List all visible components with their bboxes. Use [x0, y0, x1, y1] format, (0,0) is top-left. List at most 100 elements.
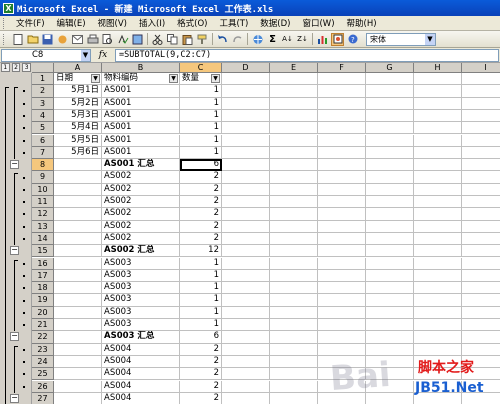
cut-icon[interactable]: [151, 33, 164, 46]
empty-cell[interactable]: [366, 306, 414, 319]
empty-cell[interactable]: [222, 282, 270, 295]
drawing-icon[interactable]: [331, 32, 344, 46]
empty-cell[interactable]: [414, 208, 462, 221]
empty-cell[interactable]: [318, 220, 366, 233]
collapse-group-button[interactable]: −: [10, 393, 19, 403]
empty-cell[interactable]: [414, 220, 462, 233]
empty-cell[interactable]: [270, 392, 318, 404]
empty-cell[interactable]: [222, 355, 270, 369]
empty-cell[interactable]: [222, 380, 270, 393]
quantity-cell[interactable]: 2: [180, 343, 222, 356]
material-code-cell[interactable]: AS003: [102, 269, 180, 283]
row-header[interactable]: 18: [32, 282, 54, 295]
empty-cell[interactable]: [222, 208, 270, 221]
menu-window[interactable]: 窗口(W): [296, 17, 340, 29]
empty-cell[interactable]: [222, 109, 270, 123]
format-painter-icon[interactable]: [196, 33, 209, 46]
menu-insert[interactable]: 插入(I): [133, 17, 171, 29]
menu-edit[interactable]: 编辑(E): [51, 17, 92, 29]
material-code-cell[interactable]: AS001 汇总: [102, 159, 180, 172]
empty-cell[interactable]: [270, 171, 318, 184]
name-box[interactable]: C8 ▼: [1, 48, 91, 62]
row-header[interactable]: 9: [32, 171, 54, 184]
autosum-icon[interactable]: Σ: [266, 33, 279, 46]
column-header-d[interactable]: D: [222, 63, 270, 73]
column-header-e[interactable]: E: [270, 63, 318, 73]
empty-cell[interactable]: [462, 208, 500, 221]
empty-cell[interactable]: [414, 85, 462, 98]
empty-cell[interactable]: [222, 294, 270, 307]
autofilter-dropdown-icon[interactable]: ▼: [91, 74, 100, 83]
row-header[interactable]: 2: [32, 85, 54, 98]
empty-cell[interactable]: [270, 220, 318, 233]
empty-cell[interactable]: [462, 294, 500, 307]
chart-wizard-icon[interactable]: [316, 33, 329, 46]
empty-cell[interactable]: [414, 183, 462, 196]
empty-cell[interactable]: [414, 146, 462, 160]
date-cell[interactable]: [54, 368, 102, 381]
excel-icon[interactable]: X: [3, 2, 14, 14]
row-header[interactable]: 1: [32, 73, 54, 86]
column-header-g[interactable]: G: [366, 63, 414, 73]
empty-cell[interactable]: [222, 183, 270, 196]
empty-cell[interactable]: [414, 232, 462, 246]
autofilter-dropdown-icon[interactable]: ▼: [169, 74, 178, 83]
chevron-down-icon[interactable]: ▼: [425, 33, 435, 45]
quantity-cell[interactable]: 2: [180, 220, 222, 233]
quantity-cell[interactable]: 1: [180, 97, 222, 110]
empty-cell[interactable]: [462, 270, 500, 283]
material-code-cell[interactable]: AS004: [102, 380, 180, 393]
empty-cell[interactable]: [366, 269, 414, 283]
select-all-corner[interactable]: [32, 63, 54, 73]
empty-cell[interactable]: [318, 183, 366, 196]
column-header-c[interactable]: C: [180, 63, 222, 73]
row-header[interactable]: 3: [32, 97, 54, 110]
empty-cell[interactable]: [270, 208, 318, 221]
quantity-cell[interactable]: 1: [180, 282, 222, 295]
empty-cell[interactable]: [462, 135, 500, 147]
empty-cell[interactable]: [222, 319, 270, 332]
empty-cell[interactable]: [318, 294, 366, 307]
empty-cell[interactable]: [222, 73, 270, 86]
column-header-h[interactable]: H: [414, 63, 462, 73]
empty-cell[interactable]: [270, 269, 318, 283]
row-header[interactable]: 13: [32, 220, 54, 233]
empty-cell[interactable]: [318, 245, 366, 258]
empty-cell[interactable]: [318, 208, 366, 221]
empty-cell[interactable]: [270, 183, 318, 196]
empty-cell[interactable]: [318, 122, 366, 135]
row-header[interactable]: 16: [32, 257, 54, 270]
outline-level-1-button[interactable]: 1: [1, 63, 10, 72]
material-code-cell[interactable]: AS003 汇总: [102, 331, 180, 344]
empty-cell[interactable]: [222, 220, 270, 233]
empty-cell[interactable]: [270, 134, 318, 147]
quantity-cell[interactable]: 1: [180, 146, 222, 160]
material-code-cell[interactable]: AS003: [102, 294, 180, 307]
quantity-cell[interactable]: 1: [180, 306, 222, 319]
empty-cell[interactable]: [270, 343, 318, 356]
collapse-group-button[interactable]: −: [10, 246, 19, 256]
collapse-group-button[interactable]: −: [10, 160, 19, 170]
help-icon[interactable]: ?: [346, 33, 359, 46]
empty-cell[interactable]: [462, 331, 500, 344]
date-cell[interactable]: [54, 171, 102, 184]
empty-cell[interactable]: [318, 146, 366, 160]
material-code-cell[interactable]: AS004: [102, 368, 180, 381]
empty-cell[interactable]: [414, 196, 462, 209]
empty-cell[interactable]: [222, 97, 270, 110]
material-code-cell[interactable]: AS002: [102, 196, 180, 209]
empty-cell[interactable]: [462, 85, 500, 98]
empty-cell[interactable]: [318, 331, 366, 344]
material-code-cell[interactable]: AS001: [102, 122, 180, 135]
email-icon[interactable]: [71, 33, 84, 46]
empty-cell[interactable]: [366, 196, 414, 209]
empty-cell[interactable]: [222, 196, 270, 209]
quantity-cell[interactable]: 12: [180, 245, 222, 258]
column-header-b[interactable]: B: [102, 63, 180, 73]
empty-cell[interactable]: [462, 221, 500, 233]
empty-cell[interactable]: [270, 97, 318, 110]
date-cell[interactable]: [54, 232, 102, 246]
empty-cell[interactable]: [318, 196, 366, 209]
empty-cell[interactable]: [270, 122, 318, 135]
quantity-cell[interactable]: 2: [180, 208, 222, 221]
